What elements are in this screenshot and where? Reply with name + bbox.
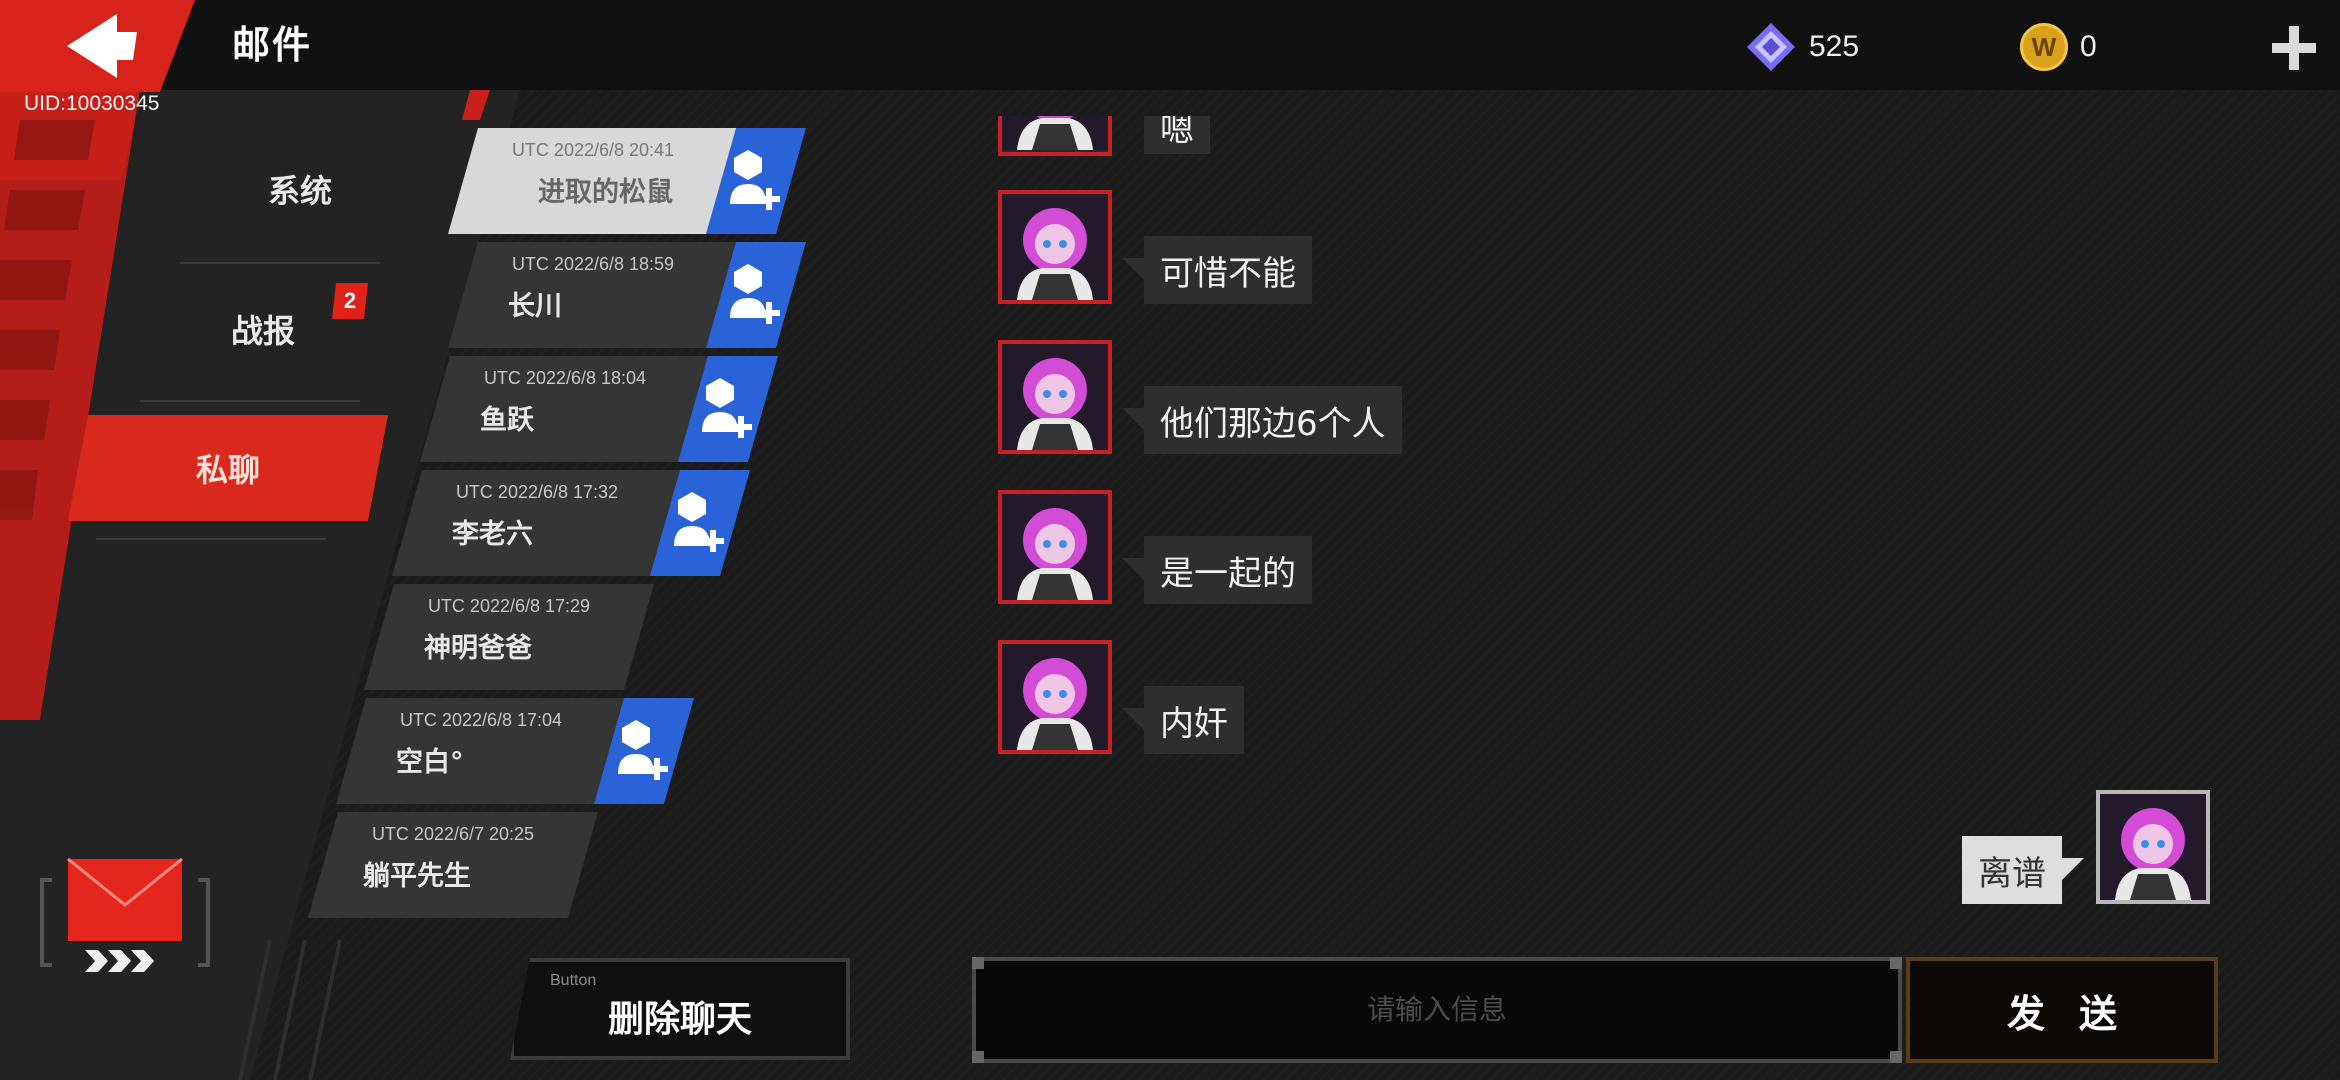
page-title: 邮件: [232, 23, 313, 67]
gem-counter[interactable]: 525: [1745, 22, 1859, 72]
add-friend-icon: [700, 376, 760, 442]
conversation-item[interactable]: UTC 2022/6/8 18:59 长川: [448, 242, 738, 348]
conversation-item[interactable]: UTC 2022/6/7 20:25 躺平先生: [308, 812, 598, 918]
avatar-portrait: [1002, 644, 1108, 750]
gem-icon: [1747, 23, 1795, 71]
coin-icon: W: [2020, 23, 2068, 71]
tab-divider: [96, 538, 326, 540]
tab-system-label: 系统: [267, 172, 332, 210]
conversation-item[interactable]: UTC 2022/6/8 20:41 进取的松鼠: [448, 128, 738, 234]
message-bubble: 内奸: [1122, 686, 1244, 754]
delete-chat-label: 删除聊天: [607, 999, 752, 1040]
message-bubble: 可惜不能: [1122, 236, 1312, 304]
tab-private-chat-label: 私聊: [195, 451, 260, 489]
input-corner: [1890, 957, 1902, 969]
conversation-item[interactable]: UTC 2022/6/8 17:32 李老六: [392, 470, 682, 576]
conversation-name: 长川: [508, 291, 562, 322]
conversation-time: UTC 2022/6/8 18:59: [511, 254, 675, 274]
conversation-time: UTC 2022/6/7 20:25: [371, 824, 535, 844]
input-corner: [1890, 1051, 1902, 1063]
delete-chat-caption: Button: [550, 972, 597, 989]
tab-system[interactable]: 系统: [165, 136, 435, 242]
message-bubble: 是一起的: [1122, 536, 1312, 604]
back-arrow-icon: [67, 14, 137, 78]
conversation-time: UTC 2022/6/8 20:41: [511, 140, 675, 160]
avatar[interactable]: [998, 640, 1112, 754]
tab-battle-report-label: 战报: [230, 312, 295, 350]
conversation-time: UTC 2022/6/8 18:04: [483, 368, 647, 388]
avatar[interactable]: [998, 340, 1112, 454]
plus-icon[interactable]: [2270, 24, 2318, 72]
add-friend-icon: [728, 262, 788, 328]
conversation-time: UTC 2022/6/8 17:29: [427, 596, 591, 616]
tab-divider: [180, 262, 380, 264]
conversation-item[interactable]: UTC 2022/6/8 17:29 神明爸爸: [364, 584, 654, 690]
top-bar: [0, 0, 2340, 90]
message-bubble: 他们那边6个人: [1122, 386, 1402, 454]
my-message-bubble: 离谱: [1962, 836, 2084, 904]
avatar-portrait: [1002, 194, 1108, 300]
add-friend-icon: [672, 490, 732, 556]
tab-divider: [140, 400, 360, 402]
gem-amount: 525: [1809, 30, 1860, 63]
conversation-name: 躺平先生: [363, 861, 471, 892]
send-button[interactable]: 发送: [1906, 957, 2218, 1063]
mail-button[interactable]: [40, 855, 210, 975]
conversation-time: UTC 2022/6/8 17:32: [455, 482, 619, 502]
avatar[interactable]: [998, 490, 1112, 604]
coin-amount: 0: [2080, 30, 2097, 63]
conversation-item[interactable]: UTC 2022/6/8 18:04 鱼跃: [420, 356, 710, 462]
unread-badge: 2: [332, 283, 368, 319]
conversation-name: 进取的松鼠: [538, 177, 673, 208]
message-input[interactable]: 请输入信息: [972, 957, 1902, 1063]
avatar-portrait: [1002, 344, 1108, 450]
conversation-name: 李老六: [452, 519, 533, 550]
conversation-name: 神明爸爸: [424, 633, 532, 664]
send-label: 发送: [2006, 991, 2151, 1036]
add-friend-icon: [616, 718, 676, 784]
conversation-time: UTC 2022/6/8 17:04: [399, 710, 563, 730]
add-friend-icon: [728, 148, 788, 214]
avatar[interactable]: [998, 190, 1112, 304]
coin-counter[interactable]: W 0: [2020, 22, 2097, 72]
user-id: UID:10030345: [24, 92, 160, 115]
mail-icon: [40, 857, 210, 972]
avatar-portrait: [1002, 494, 1108, 600]
delete-chat-button[interactable]: Button 删除聊天: [510, 958, 850, 1060]
input-corner: [972, 1051, 984, 1063]
avatar-portrait: [2100, 794, 2206, 900]
input-corner: [972, 957, 984, 969]
back-button[interactable]: [55, 8, 145, 84]
tab-private-chat[interactable]: 私聊: [68, 415, 388, 521]
conversation-name: 鱼跃: [480, 405, 534, 436]
my-avatar[interactable]: [2096, 790, 2210, 904]
conversation-name: 空白°: [396, 747, 464, 778]
conversation-item[interactable]: UTC 2022/6/8 17:04 空白°: [336, 698, 626, 804]
